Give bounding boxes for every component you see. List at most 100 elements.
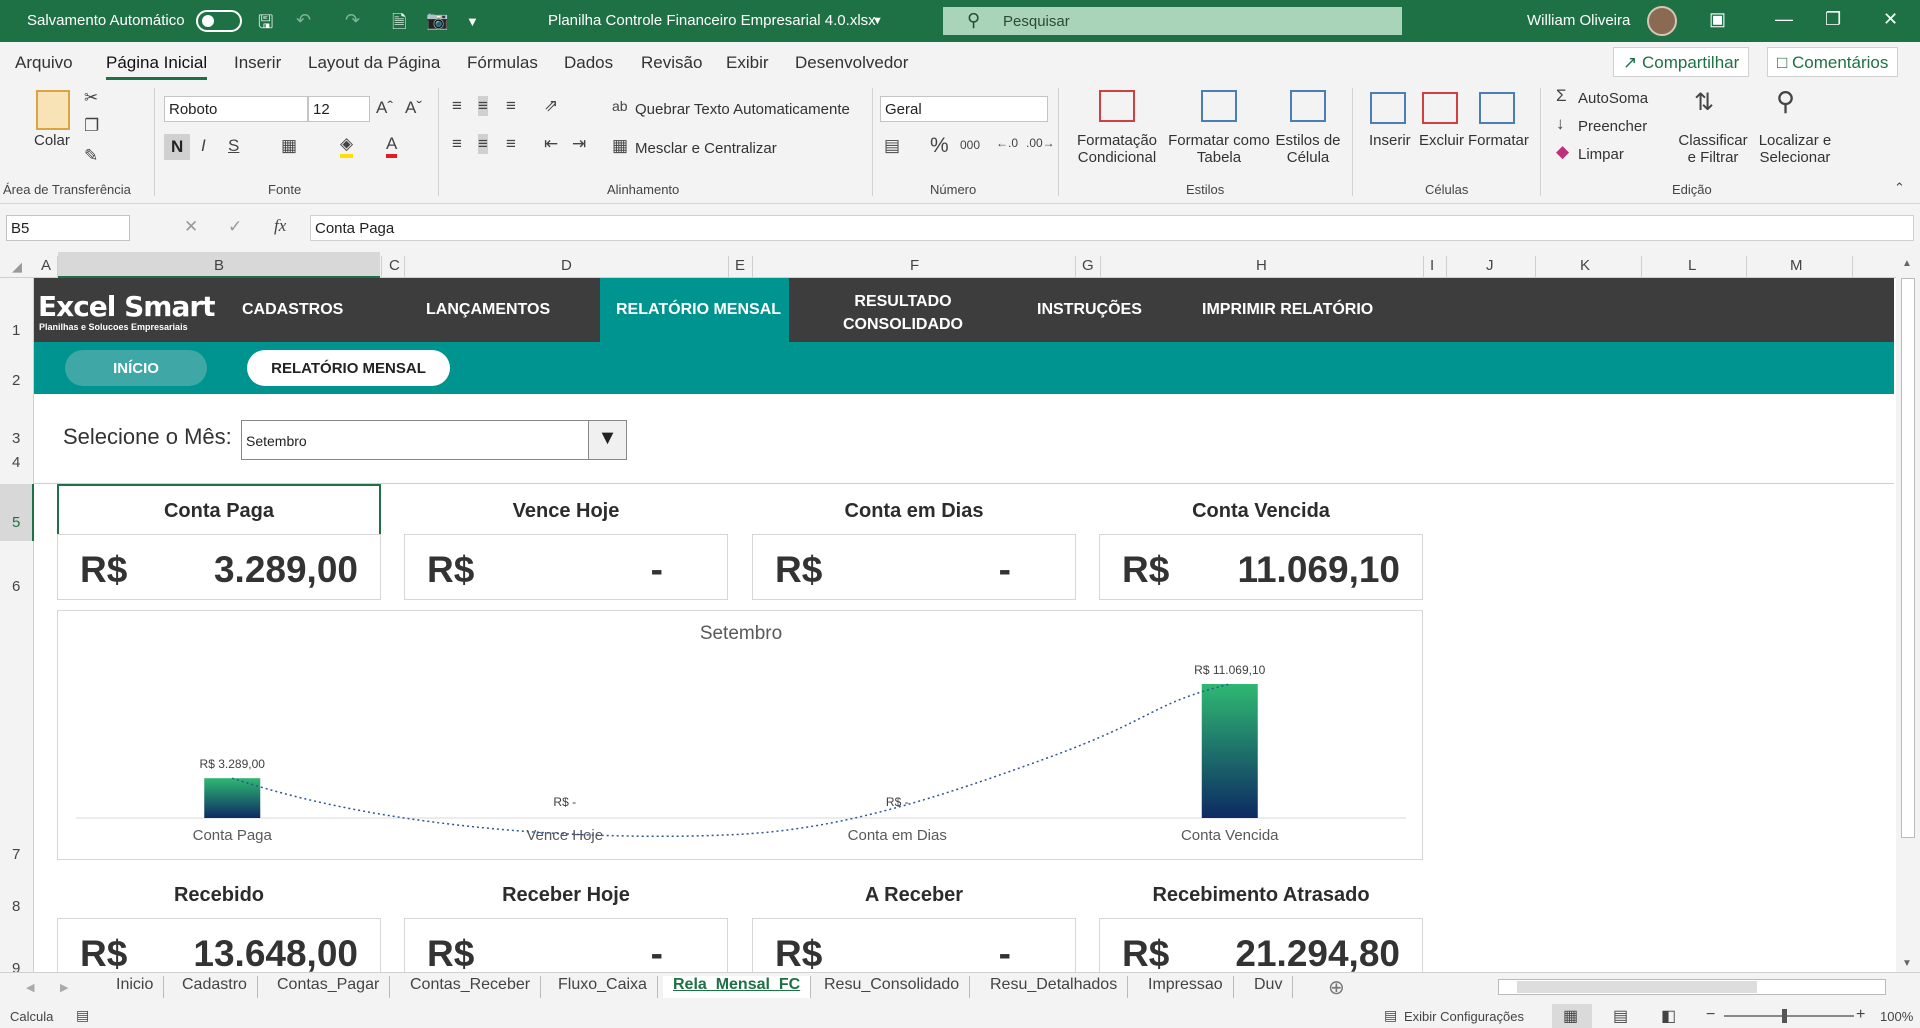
sheet-tab[interactable]: Contas_Pagar xyxy=(267,976,391,998)
font-size-select[interactable]: 12 xyxy=(308,96,370,122)
dropdown-arrow-icon[interactable]: ▼ xyxy=(588,421,626,459)
minimize-icon[interactable]: — xyxy=(1775,9,1793,30)
home-button[interactable]: INÍCIO xyxy=(65,350,207,386)
find-select-button[interactable]: Localizar e Selecionar xyxy=(1752,132,1838,166)
zoom-in-icon[interactable]: + xyxy=(1856,1006,1865,1024)
column-header[interactable]: F xyxy=(910,257,919,274)
italic-button[interactable]: I xyxy=(201,136,206,156)
conditional-formatting-button[interactable]: Formatação Condicional xyxy=(1070,132,1164,166)
merge-center-button[interactable]: Mesclar e Centralizar xyxy=(635,140,777,157)
menu-revisao[interactable]: Revisão xyxy=(641,53,702,73)
row-header[interactable]: 6 xyxy=(12,578,20,595)
zoom-level[interactable]: 100% xyxy=(1880,1009,1913,1024)
column-header[interactable]: I xyxy=(1430,257,1434,274)
eraser-icon[interactable]: ◆ xyxy=(1556,142,1569,162)
undo-icon[interactable]: ↶ xyxy=(296,10,311,31)
vertical-scrollbar[interactable]: ▲ ▼ xyxy=(1896,258,1920,972)
share-button[interactable]: ↗ Compartilhar xyxy=(1613,47,1750,77)
zoom-out-icon[interactable]: − xyxy=(1706,1006,1715,1024)
sheet-tab[interactable]: Inicio xyxy=(106,976,165,998)
paste-icon[interactable] xyxy=(36,90,70,130)
avatar[interactable] xyxy=(1647,6,1677,36)
column-header[interactable]: J xyxy=(1486,257,1494,274)
nav-cadastros[interactable]: CADASTROS xyxy=(242,301,343,319)
format-painter-icon[interactable]: ✎ xyxy=(84,146,98,166)
sheet-tab[interactable]: Cadastro xyxy=(172,976,258,998)
formula-input[interactable]: Conta Paga xyxy=(310,215,1914,241)
font-name-select[interactable]: Roboto xyxy=(164,96,308,122)
menu-dados[interactable]: Dados xyxy=(564,53,613,73)
nav-resultado-consolidado[interactable]: RESULTADO CONSOLIDADO xyxy=(823,290,983,336)
sheet-tab-active[interactable]: Rela_Mensal_FC xyxy=(663,976,812,998)
column-header[interactable]: C xyxy=(389,257,400,274)
row-header[interactable]: 4 xyxy=(12,454,20,471)
user-name[interactable]: William Oliveira xyxy=(1527,12,1630,29)
row-header[interactable]: 5 xyxy=(12,514,20,531)
save-icon[interactable]: 🖫 xyxy=(258,10,273,40)
horizontal-scrollbar[interactable] xyxy=(1498,979,1886,995)
sheet-tab[interactable]: Fluxo_Caixa xyxy=(548,976,658,998)
wrap-text-button[interactable]: Quebrar Texto Automaticamente xyxy=(635,101,850,118)
bold-button[interactable]: N xyxy=(164,134,190,160)
merge-icon[interactable]: ▦ xyxy=(612,136,628,156)
chevron-down-icon[interactable]: ▼ xyxy=(872,15,883,27)
redo-icon[interactable]: ↷ xyxy=(345,10,360,31)
macro-icon[interactable]: ▤ xyxy=(76,1007,89,1024)
copy-icon[interactable]: ❐ xyxy=(84,116,99,136)
row-header[interactable]: 8 xyxy=(12,898,20,915)
cell-styles-button[interactable]: Estilos de Célula xyxy=(1272,132,1344,166)
sort-filter-button[interactable]: Classificar e Filtrar xyxy=(1676,132,1750,166)
font-color-icon[interactable]: A xyxy=(386,134,398,158)
next-sheet-icon[interactable]: ▶ xyxy=(60,981,68,994)
fill-color-icon[interactable]: ◈ xyxy=(340,134,354,158)
autosave-toggle[interactable] xyxy=(196,10,242,32)
borders-icon[interactable]: ▦ xyxy=(281,136,297,156)
menu-exibir[interactable]: Exibir xyxy=(726,53,769,73)
prev-sheet-icon[interactable]: ◀ xyxy=(26,981,34,994)
decrease-indent-icon[interactable]: ⇤ xyxy=(544,134,558,154)
search-box[interactable]: ⚲ Pesquisar xyxy=(943,7,1402,35)
month-dropdown[interactable]: Setembro ▼ xyxy=(241,420,627,460)
column-header[interactable]: H xyxy=(1256,257,1267,274)
select-all-icon[interactable]: ◢ xyxy=(12,259,22,275)
scroll-down-icon[interactable]: ▼ xyxy=(1902,958,1912,969)
orientation-icon[interactable]: ⇗ xyxy=(544,96,558,116)
ribbon-display-icon[interactable]: ▣ xyxy=(1709,9,1726,30)
customize-toolbar-icon[interactable]: ▼ xyxy=(466,14,479,29)
format-table-button[interactable]: Formatar como Tabela xyxy=(1166,132,1272,166)
fill-button[interactable]: Preencher xyxy=(1578,118,1647,135)
delete-cells-button[interactable]: Excluir xyxy=(1419,132,1464,149)
align-middle-icon[interactable]: ≡ xyxy=(478,96,488,116)
column-header[interactable]: M xyxy=(1790,257,1803,274)
normal-view-icon[interactable]: ▦ xyxy=(1563,1006,1578,1026)
comments-button[interactable]: □ Comentários xyxy=(1767,47,1899,77)
autosum-icon[interactable]: Σ xyxy=(1556,86,1567,106)
collapse-ribbon-icon[interactable]: ⌃ xyxy=(1894,180,1905,196)
currency-icon[interactable]: ▤ xyxy=(884,136,900,156)
menu-inserir[interactable]: Inserir xyxy=(234,53,281,73)
sheet-tab[interactable]: Duv xyxy=(1244,976,1294,998)
current-page-button[interactable]: RELATÓRIO MENSAL xyxy=(247,350,450,386)
camera-icon[interactable]: 📷 xyxy=(426,10,448,31)
row-header[interactable]: 2 xyxy=(12,372,20,389)
menu-layout[interactable]: Layout da Página xyxy=(308,53,440,73)
nav-instrucoes[interactable]: INSTRUÇÕES xyxy=(1037,301,1142,319)
column-header[interactable]: L xyxy=(1688,257,1696,274)
format-cells-button[interactable]: Formatar xyxy=(1468,132,1529,149)
display-settings[interactable]: Exibir Configurações xyxy=(1404,1009,1524,1024)
fill-icon[interactable]: ↓ xyxy=(1556,114,1565,134)
nav-imprimir[interactable]: IMPRIMIR RELATÓRIO xyxy=(1202,301,1373,319)
chart-container[interactable]: Setembro R$ 3.289,00 Conta Paga R$ - Vence … xyxy=(57,610,1423,860)
number-format-select[interactable]: Geral xyxy=(880,96,1048,122)
insert-cells-button[interactable]: Inserir xyxy=(1369,132,1411,149)
column-header[interactable]: G xyxy=(1082,257,1094,274)
sheet-tab[interactable]: Resu_Consolidado xyxy=(814,976,971,998)
close-icon[interactable]: ✕ xyxy=(1883,9,1898,30)
column-header[interactable]: B xyxy=(214,257,224,274)
autosum-button[interactable]: AutoSoma xyxy=(1578,90,1648,107)
underline-button[interactable]: S xyxy=(228,136,239,156)
row-header[interactable]: 3 xyxy=(12,430,20,447)
align-bottom-icon[interactable]: ≡ xyxy=(506,96,516,116)
add-sheet-icon[interactable]: ⊕ xyxy=(1328,975,1345,1000)
sheet-tab[interactable]: Impressao xyxy=(1138,976,1234,998)
